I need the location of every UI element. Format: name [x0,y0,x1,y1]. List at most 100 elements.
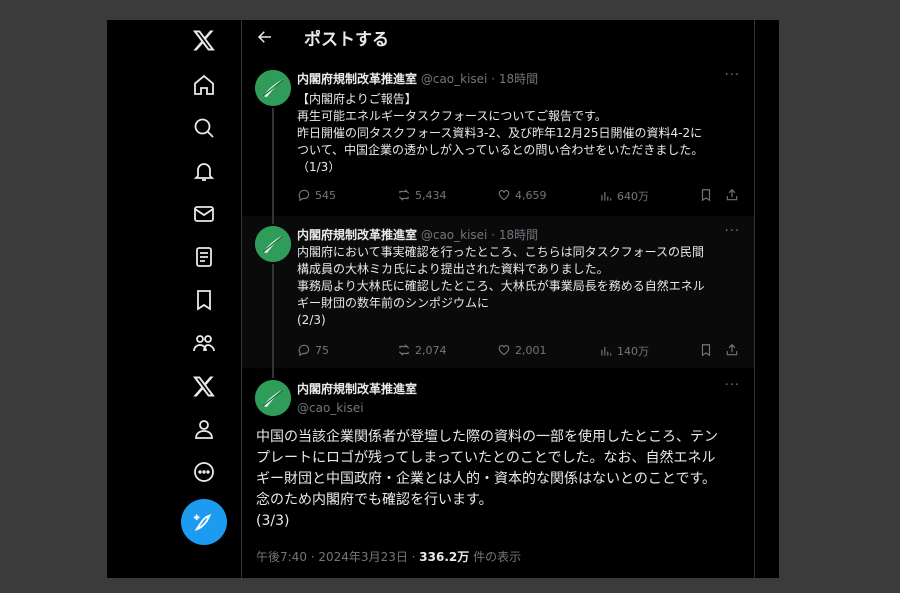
search-icon[interactable] [184,108,224,148]
author-handle[interactable]: @cao_kisei [421,72,488,86]
retweet-count: 2,074 [415,343,447,357]
bookmark-button[interactable] [699,343,713,357]
share-icon [726,343,738,356]
share-icon [726,188,738,201]
avatar-logo-icon [255,226,291,262]
author-name[interactable]: 内閣府規制改革推進室 [297,72,417,86]
tweet-time[interactable]: 18時間 [499,72,538,86]
views-button[interactable]: 640万 [599,188,649,204]
reply-button[interactable]: 545 [297,188,336,202]
main-column: ポストする 内閣府規制改革推進室 @cao_kisei · 18時間 ··· 【… [242,20,754,578]
bar-chart-icon [601,346,612,356]
thread-tweet-1[interactable]: 内閣府規制改革推進室 @cao_kisei · 18時間 ··· 【内閣府よりご… [242,64,754,220]
bookmark-icon[interactable] [184,280,224,320]
avatar-logo-icon [255,70,291,106]
reply-button[interactable]: 75 [297,343,329,357]
retweet-count: 5,434 [415,188,447,202]
reply-icon [298,344,310,357]
tweet-time[interactable]: 18時間 [499,228,538,242]
view-label: 件の表示 [469,550,522,564]
tweet-text: 【内閣府よりご報告】 再生可能エネルギータスクフォースについてご報告です。 昨日… [297,91,742,176]
author-name[interactable]: 内閣府規制改革推進室 [297,228,417,242]
mail-icon[interactable] [184,194,224,234]
bookmark-icon [701,189,711,202]
compose-button[interactable] [181,499,227,545]
home-icon[interactable] [184,65,224,105]
like-button[interactable]: 4,659 [497,188,547,202]
heart-icon [498,190,510,201]
reply-count: 75 [315,343,329,357]
like-count: 2,001 [515,343,547,357]
thread-line [272,264,274,378]
author-name[interactable]: 内閣府規制改革推進室 [297,380,417,397]
bell-icon[interactable] [184,151,224,191]
focused-tweet: 内閣府規制改革推進室 @cao_kisei ··· 中国の当該企業関係者が登壇し… [242,370,754,578]
view-count: 140万 [617,345,649,358]
tweet-line: 【内閣府よりご報告】 [297,92,417,106]
arrow-left-icon [257,31,271,43]
tweet-line: 中国の当該企業関係者が登壇した際の資料の一部を使用したところ、テン [256,429,718,445]
like-count: 4,659 [515,188,547,202]
tweet-line: 内閣府において事実確認を行ったところ、こちらは同タスクフォースの民間 [297,245,705,259]
retweet-button[interactable]: 2,074 [397,343,447,357]
profile-icon[interactable] [184,409,224,449]
tweet-header: 内閣府規制改革推進室 @cao_kisei · 18時間 [297,228,539,242]
view-count: 336.2万 [419,550,470,564]
thread-tweet-2[interactable]: 内閣府規制改革推進室 @cao_kisei · 18時間 ··· 内閣府において… [242,216,754,378]
bar-chart-icon [601,191,612,201]
tweet-line: （1/3） [297,160,341,174]
author-handle[interactable]: @cao_kisei [297,401,417,415]
reply-count: 545 [315,188,336,202]
tweet-line: ギー財団の数年前のシンポジウムに [297,296,490,310]
retweet-button[interactable]: 5,434 [397,188,447,202]
sidebar [107,20,242,578]
thread-line [272,216,274,224]
tweet-meta: 午後7:40 · 2024年3月23日 · 336.2万 件の表示 [256,548,521,565]
tweet-line: プレートにロゴが残ってしまっていたとのことでした。なお、自然エネル [256,450,716,466]
more-options-icon[interactable]: ··· [725,224,740,239]
header: ポストする [242,20,754,56]
views-button[interactable]: 140万 [599,343,649,359]
tweet-line: 構成員の大林ミカ氏により提出された資料でありました。 [297,262,609,276]
tweet-header: 内閣府規制改革推進室 @cao_kisei [297,380,417,415]
avatar[interactable] [255,70,291,106]
more-options-icon[interactable]: ··· [725,68,740,83]
avatar[interactable] [255,226,291,262]
tweet-line: (2/3) [297,313,326,327]
tweet-line: 念のため内閣府でも確認を行います。 [256,492,493,508]
list-icon[interactable] [184,237,224,277]
reply-icon [298,189,310,202]
heart-icon [498,345,510,356]
tweet-text: 中国の当該企業関係者が登壇した際の資料の一部を使用したところ、テン プレートにロ… [256,427,746,532]
tweet-timestamp[interactable]: 午後7:40 · 2024年3月23日 · [256,550,419,564]
like-button[interactable]: 2,001 [497,343,547,357]
share-button[interactable] [725,188,739,202]
tweet-text: 内閣府において事実確認を行ったところ、こちらは同タスクフォースの民間 構成員の大… [297,244,742,329]
author-handle[interactable]: @cao_kisei [421,228,488,242]
tweet-line: (3/3) [256,513,290,529]
action-bar: 75 2,074 2,001 140万 [297,343,742,361]
right-column [754,20,779,578]
x-premium-icon[interactable] [184,366,224,406]
communities-icon[interactable] [184,323,224,363]
view-count: 640万 [617,190,649,203]
bookmark-button[interactable] [699,188,713,202]
action-bar: 545 5,434 4,659 640万 [297,188,742,206]
tweet-line: ギー財団と中国政府・企業とは人的・資本的な関係はないとのことです。 [256,471,717,487]
back-button[interactable] [254,26,276,48]
tweet-line: 昨日開催の同タスクフォース資料3-2、及び昨年12月25日開催の資料4-2に [297,126,703,140]
tweet-line: 再生可能エネルギータスクフォースについてご報告です。 [297,109,607,123]
retweet-icon [398,344,410,356]
app-window: ポストする 内閣府規制改革推進室 @cao_kisei · 18時間 ··· 【… [107,20,779,578]
x-logo-icon[interactable] [184,20,224,60]
more-icon[interactable] [184,452,224,492]
thread-line [272,108,274,220]
retweet-icon [398,189,410,201]
avatar[interactable] [255,380,291,416]
page-title: ポストする [304,30,389,50]
tweet-line: ついて、中国企業の透かしが入っているとの問い合わせをいただきました。 [297,143,704,157]
compose-icon [193,514,212,531]
more-options-icon[interactable]: ··· [725,378,740,393]
tweet-line: 事務局より大林氏に確認したところ、大林氏が事業局長を務める自然エネル [297,279,705,293]
share-button[interactable] [725,343,739,357]
